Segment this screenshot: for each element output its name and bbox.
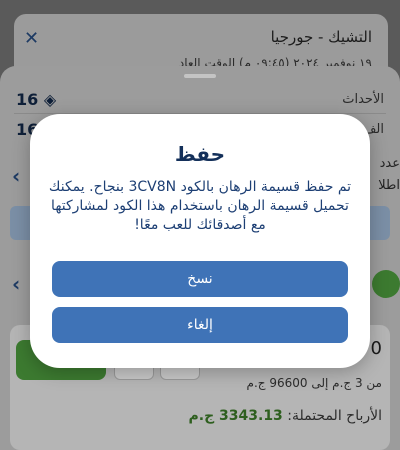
side-text-1: عدد [379,156,400,171]
match-title: التشيك - جورجيا [270,28,372,46]
close-icon[interactable]: ✕ [24,28,39,49]
events-count: 16 ◈ [16,90,57,109]
chevron-left-icon[interactable]: ‹ [12,272,20,296]
chevron-left-icon[interactable]: ‹ [12,164,20,188]
copy-button[interactable]: نسخ [52,261,348,297]
dialog-title: حفظ [174,142,226,166]
events-label: الأحداث [342,92,384,107]
stake-range: من 3 ج.م إلى 96600 ج.م [246,376,382,390]
stake-input[interactable]: 0 [371,338,382,359]
dialog-message: تم حفظ قسيمة الرهان بالكود 3CV8N بنجاح. … [48,179,352,233]
potential-profit: الأرباح المحتملة: 3343.13 ج.م [188,408,382,424]
layers-icon: ◈ [43,90,57,109]
profit-amount: 3343.13 ج.م [188,408,283,424]
side-text-2: اطلا [378,178,400,193]
events-row: 16 ◈ الأحداث [0,86,400,114]
save-dialog: حفظ تم حفظ قسيمة الرهان بالكود 3CV8N بنج… [30,114,370,368]
sheet-handle[interactable] [184,74,216,78]
cancel-button[interactable]: إلغاء [52,307,348,343]
add-icon[interactable] [372,270,400,298]
